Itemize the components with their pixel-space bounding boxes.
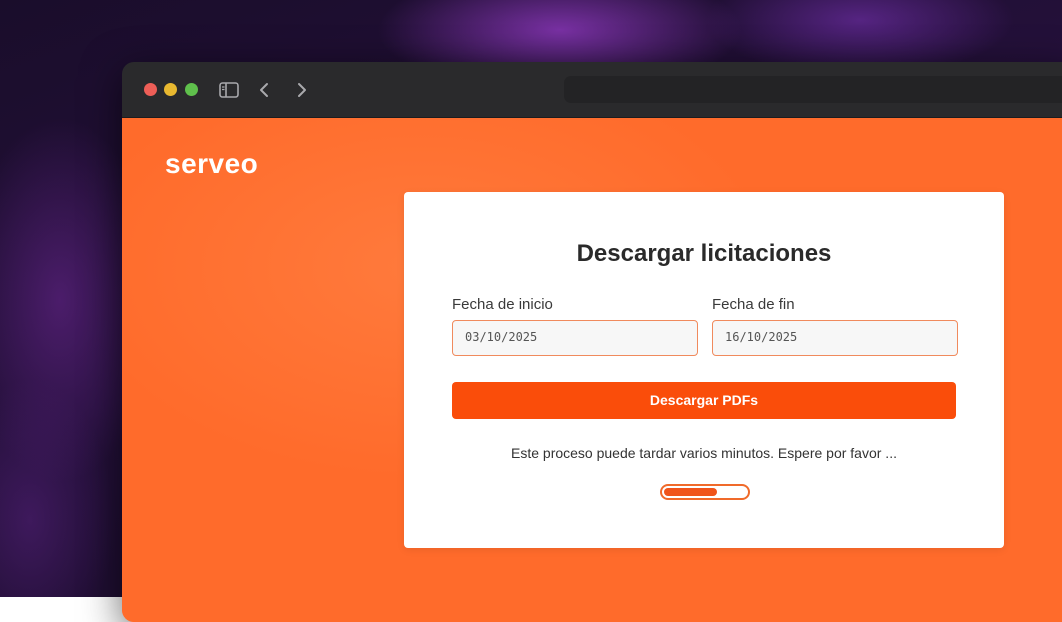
chevron-right-icon[interactable] (290, 79, 312, 101)
address-bar[interactable] (564, 76, 1062, 103)
end-date-input[interactable]: 16/10/2025 (712, 320, 958, 356)
chevron-left-icon[interactable] (254, 79, 276, 101)
end-date-label: Fecha de fin (712, 296, 795, 313)
download-pdfs-button[interactable]: Descargar PDFs (452, 382, 956, 419)
maximize-window-button[interactable] (185, 83, 198, 96)
browser-toolbar (122, 62, 1062, 118)
close-window-button[interactable] (144, 83, 157, 96)
start-date-label: Fecha de inicio (452, 296, 553, 313)
start-date-input[interactable]: 03/10/2025 (452, 320, 698, 356)
sidebar-toggle-icon[interactable] (218, 79, 240, 101)
progress-bar (660, 484, 750, 500)
browser-window: serveo Descargar licitaciones Fecha de i… (122, 62, 1062, 622)
page-content: serveo Descargar licitaciones Fecha de i… (122, 118, 1062, 622)
brand-logo: serveo (165, 148, 259, 179)
status-message: Este proceso puede tardar varios minutos… (511, 445, 897, 461)
download-card: Descargar licitaciones Fecha de inicio F… (404, 192, 1004, 548)
card-title: Descargar licitaciones (576, 240, 832, 267)
progress-bar-fill (664, 488, 718, 496)
minimize-window-button[interactable] (164, 83, 177, 96)
